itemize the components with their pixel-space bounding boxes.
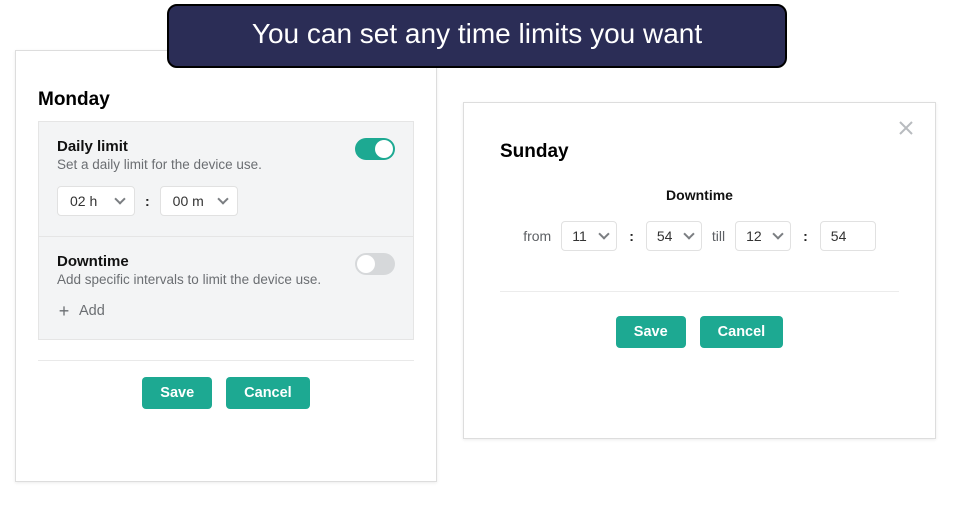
- sunday-button-row: Save Cancel: [494, 316, 905, 348]
- chevron-down-icon: [599, 228, 610, 239]
- promo-banner-text: You can set any time limits you want: [252, 18, 702, 49]
- from-hour-select[interactable]: 11: [561, 221, 617, 251]
- sunday-downtime-label: Downtime: [494, 187, 905, 203]
- time-separator: :: [801, 228, 810, 244]
- cancel-button[interactable]: Cancel: [700, 316, 784, 348]
- close-button[interactable]: [897, 119, 915, 137]
- daily-limit-section: Daily limit Set a daily limit for the de…: [39, 122, 413, 237]
- downtime-title: Downtime: [57, 253, 321, 270]
- till-min-value: 54: [831, 228, 847, 244]
- time-separator: :: [143, 193, 152, 209]
- chevron-down-icon: [217, 193, 228, 204]
- chevron-down-icon: [114, 193, 125, 204]
- till-min-select[interactable]: 54: [820, 221, 876, 251]
- daily-limit-minutes-value: 00 m: [173, 193, 204, 209]
- daily-limit-desc: Set a daily limit for the device use.: [57, 157, 262, 172]
- plus-icon: [57, 304, 71, 318]
- toggle-knob: [357, 255, 375, 273]
- monday-title: Monday: [38, 89, 414, 111]
- till-label: till: [712, 228, 725, 244]
- sunday-title: Sunday: [500, 141, 905, 163]
- toggle-knob: [375, 140, 393, 158]
- time-separator: :: [627, 228, 636, 244]
- from-min-value: 54: [657, 228, 673, 244]
- chevron-down-icon: [683, 228, 694, 239]
- sunday-card: Sunday Downtime from 11 : 54 till 12 : 5…: [463, 102, 936, 439]
- cancel-button[interactable]: Cancel: [226, 377, 310, 409]
- downtime-add-button[interactable]: Add: [57, 303, 395, 319]
- downtime-section: Downtime Add specific intervals to limit…: [39, 237, 413, 339]
- daily-limit-time-row: 02 h : 00 m: [57, 186, 395, 216]
- close-icon: [897, 119, 915, 137]
- divider: [38, 360, 414, 361]
- chevron-down-icon: [772, 228, 783, 239]
- downtime-toggle[interactable]: [355, 253, 395, 275]
- from-label: from: [523, 228, 551, 244]
- downtime-desc: Add specific intervals to limit the devi…: [57, 272, 321, 287]
- monday-button-row: Save Cancel: [38, 377, 414, 409]
- save-button[interactable]: Save: [142, 377, 212, 409]
- till-hour-value: 12: [746, 228, 762, 244]
- till-hour-select[interactable]: 12: [735, 221, 791, 251]
- divider: [500, 291, 899, 292]
- daily-limit-toggle[interactable]: [355, 138, 395, 160]
- daily-limit-title: Daily limit: [57, 138, 262, 155]
- from-min-select[interactable]: 54: [646, 221, 702, 251]
- promo-banner: You can set any time limits you want: [167, 4, 787, 68]
- daily-limit-hours-value: 02 h: [70, 193, 97, 209]
- monday-card: Monday Daily limit Set a daily limit for…: [15, 50, 437, 482]
- daily-limit-minutes-select[interactable]: 00 m: [160, 186, 238, 216]
- monday-panel: Daily limit Set a daily limit for the de…: [38, 121, 414, 340]
- downtime-interval-row: from 11 : 54 till 12 : 54: [494, 221, 905, 251]
- from-hour-value: 11: [572, 228, 587, 244]
- daily-limit-hours-select[interactable]: 02 h: [57, 186, 135, 216]
- downtime-add-label: Add: [79, 303, 105, 319]
- save-button[interactable]: Save: [616, 316, 686, 348]
